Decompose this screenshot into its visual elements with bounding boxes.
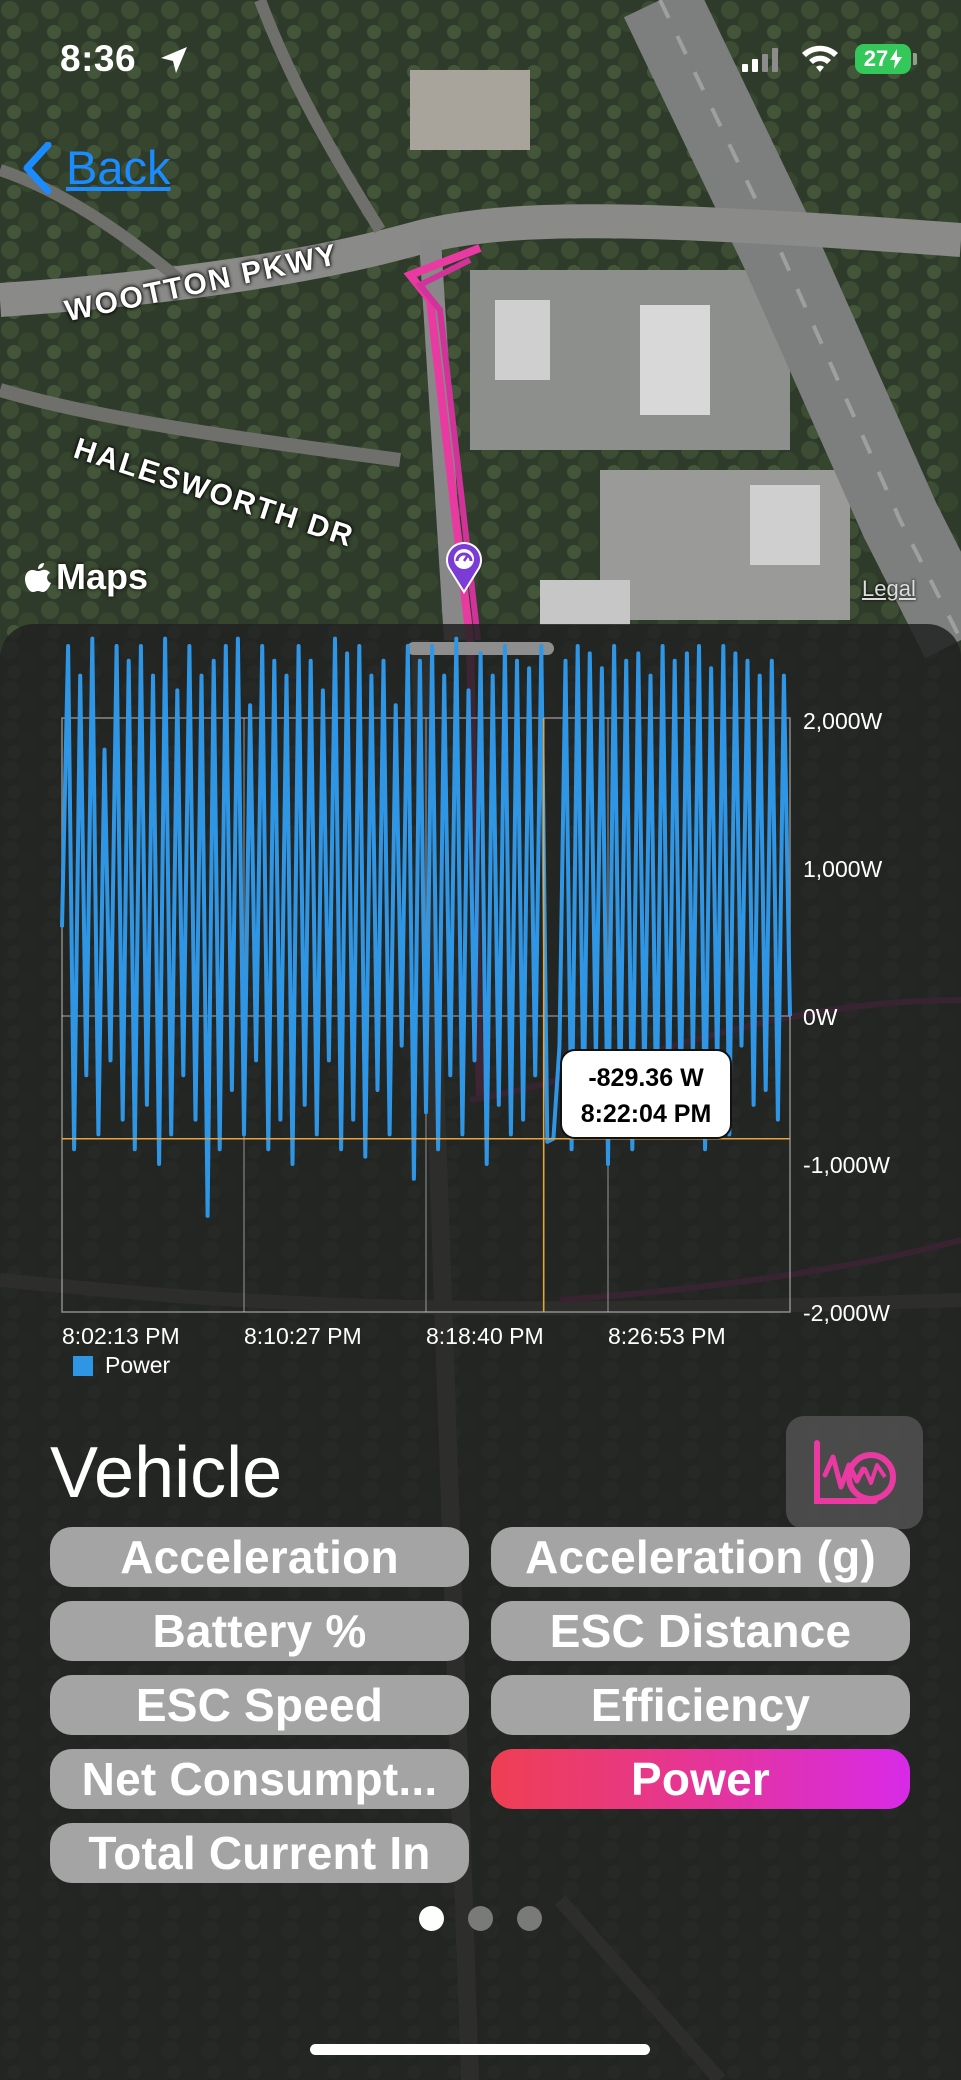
back-button[interactable]: Back [22, 140, 171, 195]
battery-level: 27 [863, 46, 889, 71]
status-time: 8:36 [60, 38, 137, 79]
location-arrow-icon [161, 47, 187, 73]
metric-esc-distance-button[interactable]: ESC Distance [491, 1601, 910, 1661]
legend-swatch [73, 1355, 93, 1376]
x-tick-label: 8:26:53 PM [608, 1323, 726, 1349]
y-tick-label: 0W [803, 1004, 838, 1030]
x-tick-label: 8:18:40 PM [426, 1323, 544, 1349]
building [410, 70, 530, 150]
power-chart[interactable]: 2,000W 1,000W 0W -1,000W -2,000W 8:02:13 PM 8… [0, 624, 961, 1364]
apple-logo-icon [25, 563, 51, 592]
page-dot[interactable] [517, 1906, 542, 1931]
location-pin-icon[interactable] [445, 540, 483, 594]
maps-label: Maps [56, 556, 149, 597]
building [640, 305, 710, 415]
metric-power-button[interactable]: Power [491, 1749, 910, 1809]
battery-indicator: 27 [855, 44, 911, 74]
vehicle-panel[interactable]: 2,000W 1,000W 0W -1,000W -2,000W 8:02:13 PM 8… [0, 624, 961, 2080]
panel-title: Vehicle [50, 1433, 283, 1513]
y-tick-label: -2,000W [803, 1300, 890, 1326]
metric-acceleration-button[interactable]: Acceleration [50, 1527, 469, 1587]
home-indicator[interactable] [310, 2044, 650, 2055]
cellular-signal-icon [742, 48, 778, 72]
charging-bolt-icon [890, 49, 903, 69]
metric-acceleration-g-button[interactable]: Acceleration (g) [491, 1527, 910, 1587]
y-tick-label: 2,000W [803, 708, 883, 734]
chevron-left-icon [23, 141, 52, 194]
value-callout: -829.36 W 8:22:04 PM [560, 1049, 732, 1139]
building [540, 580, 630, 625]
metric-efficiency-button[interactable]: Efficiency [491, 1675, 910, 1735]
metric-net-consumption-button[interactable]: Net Consumpt... [50, 1749, 469, 1809]
battery-tip [913, 53, 917, 65]
page-dot[interactable] [468, 1906, 493, 1931]
x-tick-label: 8:10:27 PM [244, 1323, 362, 1349]
wifi-icon [802, 45, 838, 72]
legal-link[interactable]: Legal [862, 576, 916, 602]
y-tick-label: -1,000W [803, 1152, 890, 1178]
building [750, 485, 820, 565]
chart-style-button[interactable] [786, 1416, 923, 1529]
page-dot[interactable] [419, 1906, 444, 1931]
chart-legend: Power [73, 1352, 170, 1379]
metric-total-current-in-button[interactable]: Total Current In [50, 1823, 469, 1883]
waveform-gauge-icon [813, 1439, 896, 1504]
maps-attribution: Maps [24, 556, 148, 598]
back-label: Back [66, 141, 171, 194]
metric-battery-percent-button[interactable]: Battery % [50, 1601, 469, 1661]
building [495, 300, 550, 380]
x-tick-label: 8:02:13 PM [62, 1323, 180, 1349]
callout-time: 8:22:04 PM [581, 1100, 712, 1128]
metric-esc-speed-button[interactable]: ESC Speed [50, 1675, 469, 1735]
page-indicator[interactable] [419, 1906, 542, 1931]
y-tick-label: 1,000W [803, 856, 883, 882]
callout-value: -829.36 W [588, 1064, 704, 1092]
legend-label: Power [105, 1352, 171, 1378]
